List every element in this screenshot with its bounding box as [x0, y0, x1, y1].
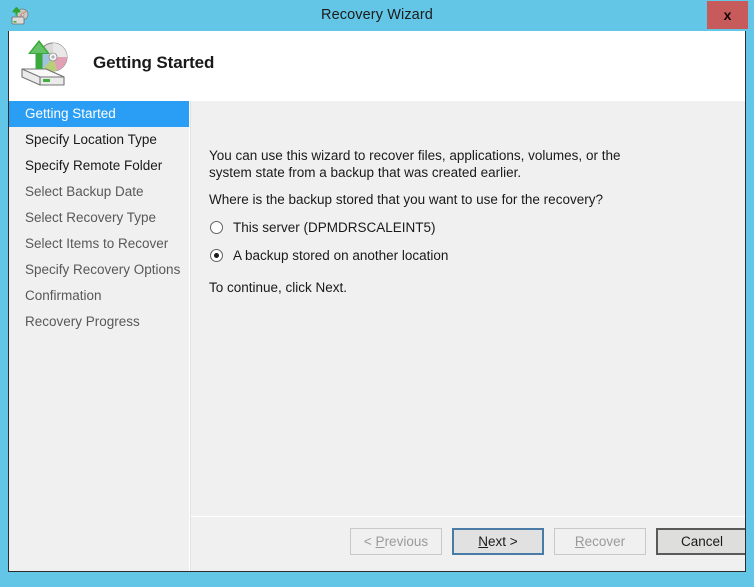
wizard-header: Getting Started	[9, 31, 745, 101]
radio-another-location-label: A backup stored on another location	[233, 248, 448, 263]
recovery-wizard-window: Recovery Wizard x	[0, 0, 754, 587]
cancel-button[interactable]: Cancel	[656, 528, 746, 555]
disk-drive-restore-icon	[17, 35, 75, 93]
title-bar: Recovery Wizard x	[0, 0, 754, 31]
intro-text: You can use this wizard to recover files…	[209, 147, 654, 181]
previous-button: < Previous	[350, 528, 442, 555]
page-title: Getting Started	[93, 53, 214, 73]
sidebar-item-confirmation: Confirmation	[9, 283, 189, 309]
radio-this-server[interactable]: This server (DPMDRSCALEINT5)	[210, 218, 436, 236]
close-icon[interactable]: x	[707, 1, 748, 29]
window-title: Recovery Wizard	[0, 0, 754, 31]
wizard-step-list: Getting Started Specify Location Type Sp…	[9, 101, 189, 571]
recover-button: Recover	[554, 528, 646, 555]
radio-another-location[interactable]: A backup stored on another location	[210, 246, 448, 264]
sidebar-item-recovery-progress: Recovery Progress	[9, 309, 189, 335]
next-button-label-rest: ext >	[488, 534, 518, 549]
previous-button-label-rest: revious	[385, 534, 429, 549]
sidebar-item-specify-remote-folder[interactable]: Specify Remote Folder	[9, 153, 189, 179]
sidebar-item-getting-started[interactable]: Getting Started	[9, 101, 189, 127]
next-button[interactable]: Next >	[452, 528, 544, 555]
radio-another-location-mark[interactable]	[210, 249, 223, 262]
sidebar-item-specify-location-type[interactable]: Specify Location Type	[9, 127, 189, 153]
recover-button-label-rest: ecover	[585, 534, 626, 549]
sidebar-item-specify-recovery-options: Specify Recovery Options	[9, 257, 189, 283]
window-client-area: Getting Started Getting Started Specify …	[8, 31, 746, 572]
sidebar-item-select-items-to-recover: Select Items to Recover	[9, 231, 189, 257]
radio-this-server-mark[interactable]	[210, 221, 223, 234]
wizard-content-pane: You can use this wizard to recover files…	[191, 101, 745, 571]
radio-this-server-label: This server (DPMDRSCALEINT5)	[233, 220, 436, 235]
continue-hint-text: To continue, click Next.	[209, 279, 609, 296]
wizard-button-bar: < Previous Next > Recover Cancel	[191, 517, 745, 571]
question-text: Where is the backup stored that you want…	[209, 191, 709, 208]
sidebar-item-select-recovery-type: Select Recovery Type	[9, 205, 189, 231]
sidebar-item-select-backup-date: Select Backup Date	[9, 179, 189, 205]
